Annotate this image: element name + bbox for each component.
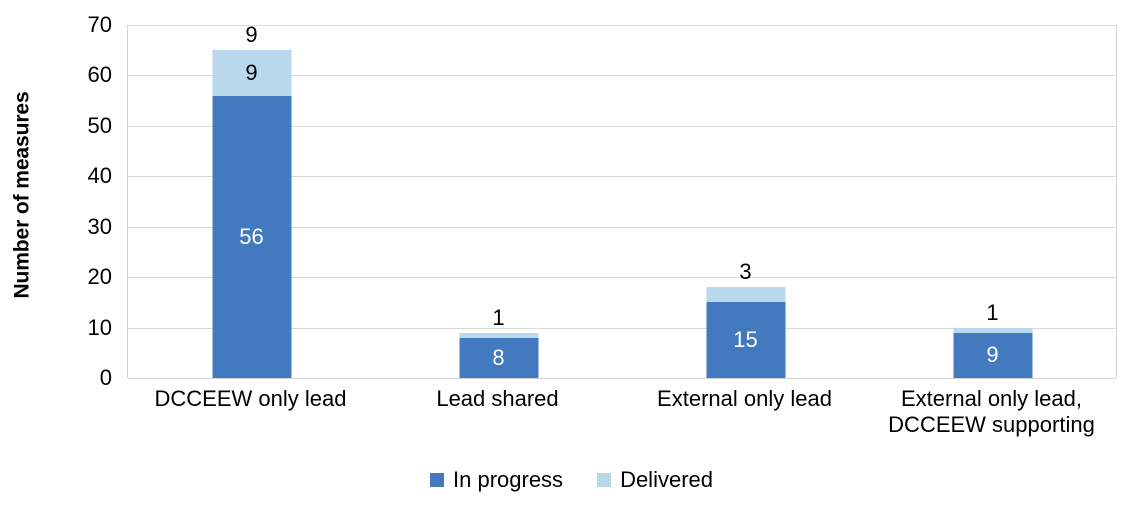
bars-layer: 9 56 9 8 1 15 3 9 1 (128, 22, 1116, 378)
stacked-bar-chart: Number of measures 70 60 50 40 30 20 10 0 9 56 9 8… (0, 0, 1143, 517)
y-axis-tick-label: 50 (87, 112, 112, 138)
y-axis-tick-label: 70 (87, 12, 112, 37)
y-axis-tick-label: 10 (87, 314, 112, 340)
x-axis-category-label: DCCEEW only lead (127, 386, 374, 412)
bar-top-value-label: 1 (492, 304, 505, 330)
bar-segment-value-in-progress: 8 (492, 344, 505, 370)
bar-stack[interactable]: 9 56 (212, 50, 291, 378)
x-axis-category-label: Lead shared (374, 386, 621, 412)
y-axis-tick-label: 20 (87, 264, 112, 290)
legend-item[interactable]: In progress (430, 469, 563, 491)
axis-baseline (128, 378, 1116, 379)
y-axis-tick-label: 40 (87, 163, 112, 189)
bar-stack[interactable]: 15 (706, 287, 785, 378)
legend-item-label: In progress (453, 467, 564, 492)
bar-group: 91 (869, 25, 1116, 378)
plot-area: 9 56 9 8 1 15 3 9 1 (127, 22, 1117, 379)
bar-segment-delivered[interactable] (706, 287, 785, 303)
x-axis-category-labels: DCCEEW only lead Lead shared External only… (127, 386, 1115, 456)
x-axis-category-label-line: External only lead (657, 386, 832, 411)
y-axis-title: Number of measures (0, 0, 46, 390)
y-axis-tick-label: 60 (87, 62, 112, 88)
bar-stack[interactable]: 8 (459, 332, 538, 378)
y-axis-title-text: Number of measures (11, 91, 35, 299)
x-axis-category-label-line: External only lead, (901, 386, 1082, 411)
bar-top-value-label: 3 (739, 259, 752, 285)
legend-item-label: Delivered (620, 467, 713, 492)
x-axis-category-label: External only lead (621, 386, 868, 412)
bar-segment-in-progress[interactable]: 9 (953, 332, 1032, 378)
bar-segment-delivered[interactable]: 9 (212, 50, 291, 96)
bar-segment-value-delivered: 9 (245, 59, 258, 85)
legend-swatch-in-progress-icon (430, 473, 444, 487)
y-axis-tick-label: 30 (87, 213, 112, 239)
legend-item[interactable]: Delivered (597, 469, 713, 491)
bar-segment-value-in-progress: 9 (986, 342, 999, 368)
x-axis-category-label-line: DCCEEW supporting (888, 411, 1095, 437)
bar-segment-value-in-progress: 15 (733, 327, 758, 353)
x-axis-category-label: External only lead, DCCEEW supporting (868, 386, 1115, 438)
legend-swatch-delivered-icon (597, 473, 612, 487)
bar-group: 81 (375, 25, 622, 378)
chart-legend: In progress Delivered (0, 469, 1143, 491)
bar-stack[interactable]: 9 (953, 327, 1032, 378)
x-axis-category-label-line: Lead shared (436, 386, 559, 411)
bar-group: 9 56 9 (128, 22, 375, 378)
bar-segment-value-in-progress: 56 (239, 223, 264, 249)
bar-segment-in-progress[interactable]: 56 (212, 95, 291, 378)
bar-top-value-label: 9 (245, 22, 258, 48)
x-axis-category-label-line: DCCEEW only lead (154, 386, 347, 411)
bar-segment-in-progress[interactable]: 15 (706, 302, 785, 378)
bar-group: 15 3 (622, 25, 869, 378)
bar-top-value-label: 1 (986, 299, 999, 325)
bar-segment-in-progress[interactable]: 8 (459, 337, 538, 378)
y-axis-tick-label: 0 (99, 365, 112, 390)
y-axis-tick-labels: 70 60 50 40 30 20 10 0 (46, 12, 120, 390)
